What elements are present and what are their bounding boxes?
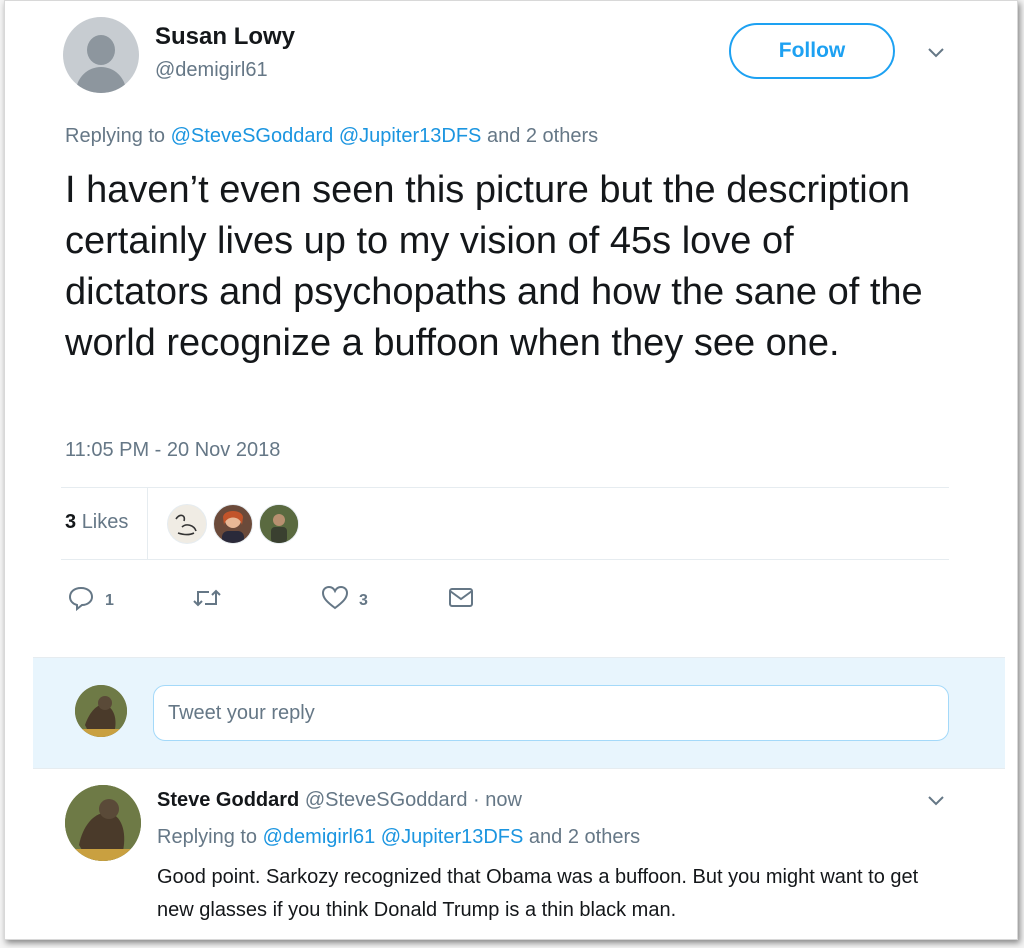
- current-user-avatar[interactable]: [75, 685, 127, 737]
- envelope-icon: [447, 585, 475, 614]
- like-action[interactable]: 3: [321, 585, 368, 616]
- replying-to-line: Replying to @SteveSGoddard @Jupiter13DFS…: [65, 125, 598, 148]
- reply-count: 1: [105, 591, 114, 609]
- author-avatar[interactable]: [63, 17, 139, 93]
- like-count: 3: [359, 591, 368, 609]
- separator-dot: ·: [473, 789, 480, 811]
- likes-summary[interactable]: 3 Likes: [65, 511, 128, 534]
- mention-link[interactable]: @demigirl61: [263, 826, 376, 848]
- reply-time[interactable]: now: [485, 789, 522, 811]
- reply-action[interactable]: 1: [67, 585, 114, 616]
- tweet-text: I haven’t even seen this picture but the…: [65, 169, 923, 364]
- replying-prefix: Replying to: [65, 125, 166, 147]
- reply-author-name[interactable]: Steve Goddard: [157, 789, 299, 811]
- reply-author-avatar[interactable]: [65, 785, 141, 861]
- reply-author-handle[interactable]: @SteveSGoddard: [305, 789, 468, 811]
- heart-icon: [321, 585, 349, 616]
- tweet-timestamp[interactable]: 11:05 PM - 20 Nov 2018: [65, 439, 280, 462]
- liker-avatar[interactable]: [167, 504, 207, 544]
- author-handle[interactable]: @demigirl61: [155, 59, 268, 82]
- retweet-action[interactable]: [191, 585, 223, 616]
- replying-prefix: Replying to: [157, 826, 258, 848]
- divider: [147, 487, 148, 559]
- follow-button[interactable]: Follow: [729, 23, 895, 79]
- reply-text: Good point. Sarkozy recognized that Obam…: [157, 866, 919, 921]
- mention-link[interactable]: @SteveSGoddard: [171, 125, 334, 147]
- tweet-card: Susan Lowy @demigirl61 Follow Replying t…: [4, 0, 1018, 940]
- liker-avatar[interactable]: [259, 504, 299, 544]
- reply-replying-line: Replying to @demigirl61 @Jupiter13DFS an…: [157, 826, 640, 849]
- reply-input[interactable]: Tweet your reply: [153, 685, 949, 741]
- retweet-icon: [191, 585, 223, 616]
- author-name[interactable]: Susan Lowy: [155, 23, 295, 51]
- divider: [61, 559, 949, 560]
- mention-link[interactable]: @Jupiter13DFS: [381, 826, 524, 848]
- dm-action[interactable]: [447, 585, 475, 614]
- reply-icon: [67, 585, 95, 616]
- liker-avatar[interactable]: [213, 504, 253, 544]
- divider: [61, 487, 949, 488]
- likes-number: 3: [65, 511, 77, 533]
- others-link[interactable]: and 2 others: [529, 826, 640, 848]
- reply-header: Steve Goddard @SteveSGoddard · now: [157, 789, 522, 812]
- others-link[interactable]: and 2 others: [487, 125, 598, 147]
- chevron-down-icon[interactable]: [927, 47, 945, 59]
- mention-link[interactable]: @Jupiter13DFS: [339, 125, 482, 147]
- likes-label: Likes: [81, 511, 129, 533]
- chevron-down-icon[interactable]: [927, 795, 945, 807]
